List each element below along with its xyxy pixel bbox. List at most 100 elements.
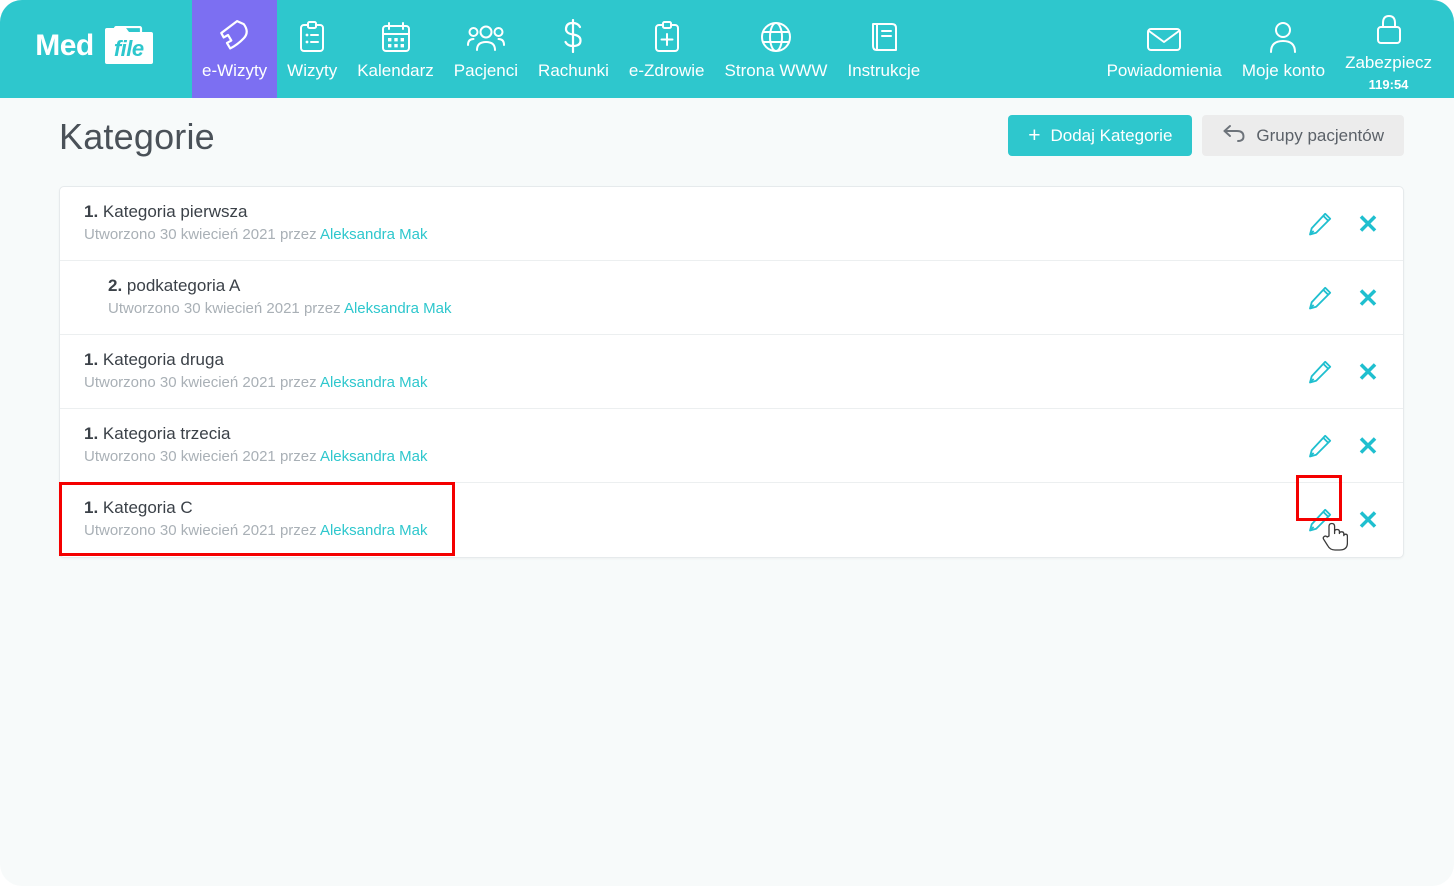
categories-list: 1. Kategoria pierwsza Utworzono 30 kwiec… bbox=[59, 186, 1404, 558]
nav-item-e-wizyty[interactable]: e-Wizyty bbox=[192, 0, 278, 98]
nav-label-moje-konto: Moje konto bbox=[1241, 61, 1326, 80]
category-name: Kategoria trzecia bbox=[102, 423, 231, 443]
session-timer: 119:54 bbox=[1368, 77, 1409, 92]
table-row[interactable]: 1. Kategoria druga Utworzono 30 kwiecień… bbox=[60, 335, 1403, 409]
close-x-icon: ✕ bbox=[1357, 357, 1379, 387]
globe-icon bbox=[760, 19, 792, 53]
category-author-link[interactable]: Aleksandra Mak bbox=[320, 374, 428, 391]
nav-item-e-zdrowie[interactable]: e-Zdrowie bbox=[619, 0, 715, 98]
table-row[interactable]: 2. podkategoria A Utworzono 30 kwiecień … bbox=[60, 261, 1403, 335]
table-row[interactable]: 1. Kategoria trzecia Utworzono 30 kwieci… bbox=[60, 409, 1403, 483]
category-number: 1. bbox=[84, 201, 99, 221]
nav-item-wizyty[interactable]: Wizyty bbox=[277, 0, 347, 98]
nav-label-kalendarz: Kalendarz bbox=[357, 61, 434, 80]
edit-category-button[interactable] bbox=[1305, 283, 1335, 313]
delete-category-button[interactable]: ✕ bbox=[1353, 357, 1383, 387]
delete-category-button[interactable]: ✕ bbox=[1353, 505, 1383, 535]
user-icon bbox=[1269, 19, 1297, 53]
row-actions: ✕ bbox=[1305, 409, 1383, 483]
category-name: Kategoria C bbox=[102, 498, 193, 518]
people-group-icon bbox=[466, 19, 505, 53]
close-x-icon: ✕ bbox=[1357, 209, 1379, 239]
header-button-group: + Dodaj Kategorie Grupy pacjentów bbox=[1008, 115, 1404, 156]
nav-item-pacjenci[interactable]: Pacjenci bbox=[444, 0, 528, 98]
close-x-icon: ✕ bbox=[1357, 431, 1379, 461]
category-author-link[interactable]: Aleksandra Mak bbox=[320, 522, 428, 539]
edit-category-button[interactable] bbox=[1305, 209, 1335, 239]
nav-label-strona-www: Strona WWW bbox=[724, 61, 828, 80]
clipboard-cross-icon bbox=[652, 19, 682, 53]
nav-item-moje-konto[interactable]: Moje konto bbox=[1232, 0, 1335, 98]
page-header: Kategorie + Dodaj Kategorie Grupy pacjen… bbox=[0, 98, 1454, 176]
category-number: 1. bbox=[84, 423, 99, 443]
add-category-button[interactable]: + Dodaj Kategorie bbox=[1008, 115, 1193, 156]
logo-medfile[interactable]: Med file bbox=[0, 0, 192, 98]
category-meta: Utworzono 30 kwiecień 2021 przez Aleksan… bbox=[84, 372, 428, 395]
top-navigation-bar: Med file e-Wizyty Wizyty Kalendarz Pacje… bbox=[0, 0, 1454, 98]
delete-category-button[interactable]: ✕ bbox=[1353, 209, 1383, 239]
category-meta: Utworzono 30 kwiecień 2021 przez Aleksan… bbox=[84, 520, 428, 543]
category-meta-prefix: Utworzono 30 kwiecień 2021 przez bbox=[84, 373, 317, 391]
table-row[interactable]: 1. Kategoria pierwsza Utworzono 30 kwiec… bbox=[60, 187, 1403, 261]
row-actions: ✕ bbox=[1305, 261, 1383, 335]
nav-item-rachunki[interactable]: Rachunki bbox=[528, 0, 619, 98]
logo-text-med: Med bbox=[35, 29, 94, 62]
category-title: 1. Kategoria trzecia bbox=[84, 423, 428, 445]
nav-label-e-zdrowie: e-Zdrowie bbox=[628, 61, 705, 80]
dollar-sign-icon bbox=[560, 19, 586, 53]
nav-item-kalendarz[interactable]: Kalendarz bbox=[347, 0, 444, 98]
category-meta-prefix: Utworzono 30 kwiecień 2021 przez bbox=[84, 447, 317, 465]
row-actions: ✕ bbox=[1305, 335, 1383, 409]
phone-handset-icon bbox=[218, 19, 252, 53]
table-row[interactable]: 1. Kategoria C Utworzono 30 kwiecień 202… bbox=[59, 475, 1403, 557]
category-author-link[interactable]: Aleksandra Mak bbox=[320, 226, 428, 243]
category-name: Kategoria pierwsza bbox=[102, 201, 248, 221]
category-meta-prefix: Utworzono 30 kwiecień 2021 przez bbox=[84, 522, 317, 540]
page-title: Kategorie bbox=[59, 116, 215, 157]
nav-item-zabezpiecz[interactable]: Zabezpiecz 119:54 bbox=[1335, 0, 1442, 98]
nav-item-instrukcje[interactable]: Instrukcje bbox=[837, 0, 930, 98]
logo-text-file: file bbox=[113, 36, 144, 61]
app-window: Med file e-Wizyty Wizyty Kalendarz Pacje… bbox=[0, 0, 1454, 886]
row-actions: ✕ bbox=[1296, 475, 1383, 557]
nav-right-group: Powiadomienia Moje konto Zabezpiecz 119:… bbox=[1097, 0, 1454, 98]
category-number: 1. bbox=[84, 349, 99, 369]
category-number: 1. bbox=[84, 498, 99, 518]
nav-item-powiadomienia[interactable]: Powiadomienia bbox=[1097, 0, 1232, 98]
category-author-link[interactable]: Aleksandra Mak bbox=[344, 300, 452, 317]
envelope-icon bbox=[1146, 19, 1182, 53]
edit-category-button[interactable] bbox=[1296, 475, 1342, 535]
patient-groups-label: Grupy pacjentów bbox=[1256, 125, 1384, 145]
edit-category-button[interactable] bbox=[1305, 431, 1335, 461]
delete-category-button[interactable]: ✕ bbox=[1353, 431, 1383, 461]
patient-groups-button[interactable]: Grupy pacjentów bbox=[1202, 115, 1404, 156]
row-content: 1. Kategoria druga Utworzono 30 kwiecień… bbox=[60, 349, 428, 395]
category-title: 1. Kategoria druga bbox=[84, 349, 428, 371]
row-content: 2. podkategoria A Utworzono 30 kwiecień … bbox=[60, 275, 452, 321]
nav-label-wizyty: Wizyty bbox=[287, 61, 338, 80]
category-title: 1. Kategoria C bbox=[84, 497, 428, 519]
category-meta-prefix: Utworzono 30 kwiecień 2021 przez bbox=[108, 299, 341, 317]
edit-category-button[interactable] bbox=[1305, 357, 1335, 387]
category-name: Kategoria druga bbox=[102, 349, 224, 369]
row-content: 1. Kategoria C Utworzono 30 kwiecień 202… bbox=[60, 497, 428, 543]
close-x-icon: ✕ bbox=[1357, 283, 1379, 313]
delete-category-button[interactable]: ✕ bbox=[1353, 283, 1383, 313]
calendar-icon bbox=[380, 19, 412, 53]
clipboard-list-icon bbox=[297, 19, 327, 53]
row-actions: ✕ bbox=[1305, 187, 1383, 261]
back-arrow-icon bbox=[1222, 123, 1246, 148]
nav-label-powiadomienia: Powiadomienia bbox=[1106, 61, 1222, 80]
add-category-label: Dodaj Kategorie bbox=[1050, 125, 1173, 145]
category-meta: Utworzono 30 kwiecień 2021 przez Aleksan… bbox=[84, 224, 428, 247]
nav-label-zabezpiecz: Zabezpiecz bbox=[1345, 53, 1432, 72]
category-meta: Utworzono 30 kwiecień 2021 przez Aleksan… bbox=[84, 446, 428, 469]
nav-label-pacjenci: Pacjenci bbox=[453, 61, 519, 80]
nav-label-e-wizyty: e-Wizyty bbox=[202, 61, 268, 80]
category-author-link[interactable]: Aleksandra Mak bbox=[320, 448, 428, 465]
plus-icon: + bbox=[1028, 124, 1041, 147]
category-meta-prefix: Utworzono 30 kwiecień 2021 przez bbox=[84, 225, 317, 243]
row-content: 1. Kategoria pierwsza Utworzono 30 kwiec… bbox=[60, 201, 428, 247]
category-name: podkategoria A bbox=[126, 275, 241, 295]
nav-item-strona-www[interactable]: Strona WWW bbox=[715, 0, 838, 98]
